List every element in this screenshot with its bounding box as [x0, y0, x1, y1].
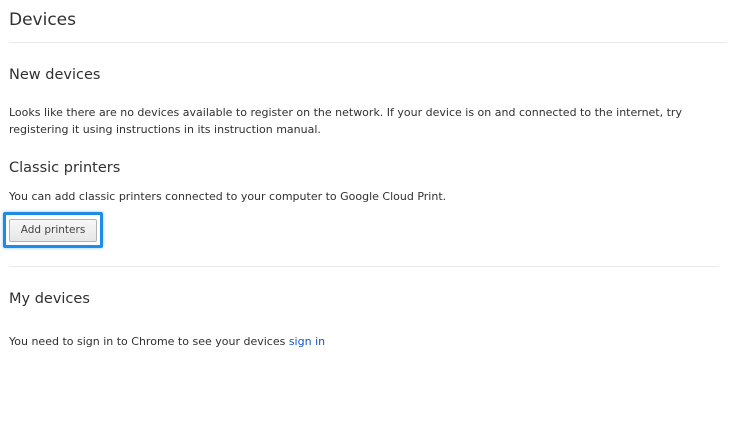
my-devices-description-row: You need to sign in to Chrome to see you…: [9, 333, 325, 350]
page-title: Devices: [9, 10, 76, 30]
classic-printers-description: You can add classic printers connected t…: [9, 190, 447, 203]
classic-printers-heading: Classic printers: [9, 160, 121, 176]
my-devices-description: You need to sign in to Chrome to see you…: [9, 335, 289, 348]
header-divider: [9, 42, 727, 43]
sign-in-link[interactable]: sign in: [289, 335, 325, 348]
my-devices-heading: My devices: [9, 291, 90, 307]
add-printers-button[interactable]: Add printers: [9, 219, 97, 242]
section-divider: [9, 266, 719, 267]
new-devices-description: Looks like there are no devices availabl…: [9, 106, 682, 136]
new-devices-heading: New devices: [9, 67, 101, 83]
